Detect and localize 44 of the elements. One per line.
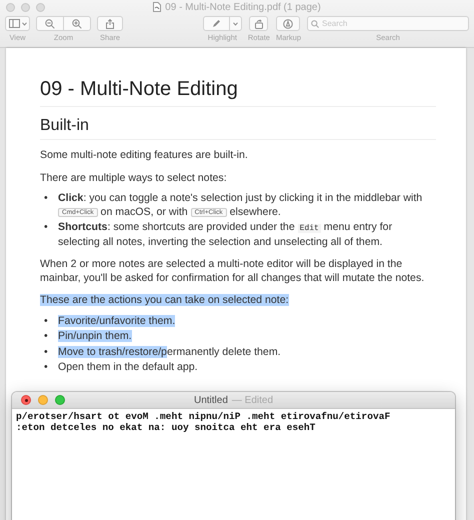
zoom-out-icon [45,18,55,28]
search-icon [311,20,319,28]
bullet: • [43,330,49,344]
rotate-button[interactable] [249,16,268,31]
zoom-out-button[interactable] [36,16,64,31]
paragraph: There are multiple ways to select notes: [40,172,228,185]
markup-button[interactable] [276,16,300,31]
window-title: 09 - Multi-Note Editing.pdf (1 page) [165,2,321,12]
sidebar-button[interactable] [5,16,30,31]
window-title: Untitled [194,394,228,406]
paragraph: When 2 or more notes are selected a multi-note editor will be displayed in the mainbar, you'll be asked for confirmation for all changes that will mutate the notes. [40,258,426,285]
list-item: Move to trash/restore/permanently delete them. [58,346,282,359]
document-icon [153,2,162,12]
share-button[interactable] [97,16,123,31]
pen-icon [212,19,221,28]
edited-status: — Edited [232,394,274,406]
bullet: • [43,361,49,374]
bullet: • [43,221,49,235]
bullet: • [43,346,49,359]
bullet: • [43,192,49,206]
document-title: 09 - Multi-Note Editing [40,72,436,107]
list-item: Shortcuts: some shortcuts are provided under the Edit menu entry for selecting all notes, inverting the selection and unselecting all of them. [58,221,394,249]
section-heading: Built-in [40,117,436,140]
highlight-menu-button[interactable] [230,16,242,31]
caret-icon [232,22,238,26]
sidebar-icon [8,19,20,28]
rotate-icon [254,18,264,28]
text-line: :eton detceles no ekat na: uoy snoitca eht era esehT [16,422,316,433]
paragraph: Some multi-note editing features are built-in. [40,149,249,162]
zoom-button[interactable] [55,395,65,405]
list-item: Open them in the default app. [58,361,199,374]
highlight-button[interactable] [202,16,230,31]
bullet: • [43,314,49,328]
share-icon [106,18,114,28]
list-item: Favorite/unfavorite them. [58,314,176,328]
close-button[interactable] [21,395,31,405]
list-item: Pin/unpin them. [58,330,133,344]
markup-icon [283,18,294,28]
caret-icon [22,22,26,26]
text-line: p/erotser/hsart ot evoM .meht nipnu/niP .meht etirovafnu/etirovaF [16,411,392,422]
minimize-button[interactable] [38,395,48,405]
paragraph: These are the actions you can take on selected note: [40,294,290,308]
zoom-in-icon [72,18,82,28]
zoom-in-button[interactable] [64,16,91,31]
